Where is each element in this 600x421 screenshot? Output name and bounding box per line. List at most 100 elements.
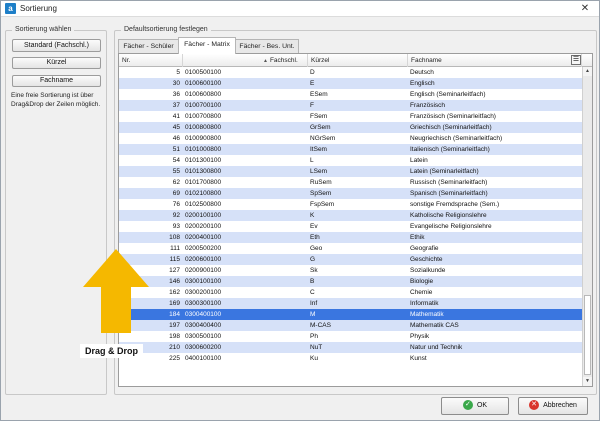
cell-fachname: Französisch — [410, 102, 446, 109]
column-header-fachschl[interactable]: ▲ Fachschl. — [183, 54, 308, 67]
subjects-table: Nr. ▲ Fachschl. Kürzel Fachname ☰ 5 010050… — [118, 53, 593, 387]
cancel-label: Abbrechen — [543, 402, 577, 409]
table-row[interactable]: 41 0100700800 FSem Französisch (Seminarleit… — [119, 111, 582, 122]
cell-fachschl: 0102100800 — [185, 190, 222, 197]
title-bar: a Sortierung ✕ — [1, 1, 599, 17]
scroll-down-icon[interactable]: ▼ — [583, 377, 592, 386]
cell-fachname: Sozialkunde — [410, 267, 446, 274]
column-header-label: Nr. — [122, 57, 131, 64]
cell-kuerzel: E — [310, 80, 315, 87]
table-row[interactable]: 76 0102500800 FspSem sonstige Fremdsprache … — [119, 199, 582, 210]
vertical-scrollbar[interactable]: ▲ ▼ — [582, 67, 592, 386]
tab-faecher-bes-unt[interactable]: Fächer - Bes. Unt. — [235, 39, 299, 53]
table-row[interactable]: 93 0200200100 Ev Evangelische Religionslehr… — [119, 221, 582, 232]
column-config-icon[interactable]: ☰ — [571, 55, 581, 65]
cell-kuerzel: C — [310, 289, 315, 296]
cell-fachschl: 0101700800 — [185, 179, 222, 186]
cell-kuerzel: NuT — [310, 344, 323, 351]
table-row[interactable]: 169 0300300100 Inf Informatik — [119, 298, 582, 309]
column-header-nr[interactable]: Nr. — [119, 54, 183, 67]
cell-fachschl: 0100900800 — [185, 135, 222, 142]
cell-nr: 51 — [172, 146, 180, 153]
cell-fachschl: 0101300100 — [185, 157, 222, 164]
cell-fachschl: 0200600100 — [185, 256, 222, 263]
cell-kuerzel: RuSem — [310, 179, 332, 186]
app-icon: a — [5, 3, 16, 14]
sort-fachname-button[interactable]: Fachname — [12, 75, 101, 87]
table-row[interactable]: 62 0101700800 RuSem Russisch (Seminarleitfa… — [119, 177, 582, 188]
cell-kuerzel: GrSem — [310, 124, 331, 131]
cell-kuerzel: Ku — [310, 355, 318, 362]
cell-kuerzel: Sk — [310, 267, 318, 274]
cancel-icon: ✕ — [529, 400, 540, 411]
sort-choice-group: Sortierung wählen Standard (Fachschl.) K… — [5, 26, 107, 395]
column-header-fachname[interactable]: Fachname — [408, 54, 582, 67]
table-row[interactable]: 54 0101300100 L Latein — [119, 155, 582, 166]
cancel-button[interactable]: ✕ Abbrechen — [518, 397, 588, 415]
table-row[interactable]: 92 0200100100 K Katholische Religionslehre — [119, 210, 582, 221]
table-row[interactable]: 210 0300600200 NuT Natur und Technik — [119, 342, 582, 353]
cell-fachschl: 0300300100 — [185, 300, 222, 307]
column-header-kuerzel[interactable]: Kürzel — [308, 54, 408, 67]
table-row[interactable]: 111 0200500200 Geo Geografie — [119, 243, 582, 254]
cell-kuerzel: FspSem — [310, 201, 335, 208]
cell-fachname: Geografie — [410, 245, 439, 252]
cell-nr: 69 — [172, 190, 180, 197]
cell-nr: 37 — [172, 102, 180, 109]
table-row[interactable]: 45 0100800800 GrSem Griechisch (Seminarleit… — [119, 122, 582, 133]
table-header: Nr. ▲ Fachschl. Kürzel Fachname ☰ — [119, 54, 592, 67]
cell-kuerzel: NGrSem — [310, 135, 336, 142]
cell-fachname: Chemie — [410, 289, 433, 296]
cell-fachname: sonstige Fremdsprache (Sem.) — [410, 201, 500, 208]
cell-kuerzel: Ph — [310, 333, 318, 340]
cell-nr: 92 — [172, 212, 180, 219]
table-row[interactable]: 115 0200600100 G Geschichte — [119, 254, 582, 265]
cell-fachschl: 0100600100 — [185, 80, 222, 87]
table-row[interactable]: 69 0102100800 SpSem Spanisch (Seminarleitfa… — [119, 188, 582, 199]
cell-nr: 5 — [176, 69, 180, 76]
column-header-label: Fachschl. — [269, 57, 298, 64]
table-row[interactable]: 162 0300200100 C Chemie — [119, 287, 582, 298]
table-row[interactable]: 225 0400100100 Ku Kunst — [119, 353, 582, 364]
tab-faecher-schueler[interactable]: Fächer - Schüler — [118, 39, 179, 53]
scroll-up-icon[interactable]: ▲ — [583, 67, 592, 76]
cell-nr: 41 — [172, 113, 180, 120]
table-row[interactable]: 46 0100900800 NGrSem Neugriechisch (Seminar… — [119, 133, 582, 144]
cell-fachschl: 0300100100 — [185, 278, 222, 285]
cell-kuerzel: F — [310, 102, 314, 109]
cell-fachschl: 0200100100 — [185, 212, 222, 219]
cell-fachschl: 0300600200 — [185, 344, 222, 351]
cell-fachname: Griechisch (Seminarleitfach) — [410, 124, 492, 131]
cell-kuerzel: Ev — [310, 223, 318, 230]
table-row[interactable]: 198 0300500100 Ph Physik — [119, 331, 582, 342]
table-row[interactable]: 36 0100600800 ESem Englisch (Seminarleitfac… — [119, 89, 582, 100]
table-row[interactable]: 197 0300400400 M-CAS Mathematik CAS — [119, 320, 582, 331]
ok-button[interactable]: ✓ OK — [441, 397, 509, 415]
table-row[interactable]: 127 0200900100 Sk Sozialkunde — [119, 265, 582, 276]
tab-faecher-matrix[interactable]: Fächer - Matrix — [178, 37, 236, 54]
table-row[interactable]: 37 0100700100 F Französisch — [119, 100, 582, 111]
cell-fachschl: 0200900100 — [185, 267, 222, 274]
table-row[interactable]: 184 0300400100 M Mathematik — [119, 309, 582, 320]
scrollbar-thumb[interactable] — [584, 295, 591, 375]
cell-kuerzel: FSem — [310, 113, 328, 120]
table-row[interactable]: 30 0100600100 E Englisch — [119, 78, 582, 89]
cell-fachschl: 0300400400 — [185, 322, 222, 329]
table-row[interactable]: 51 0101000800 ItSem Italienisch (Seminarlei… — [119, 144, 582, 155]
cell-fachname: Neugriechisch (Seminarleitfach) — [410, 135, 503, 142]
sort-kuerzel-button[interactable]: Kürzel — [12, 57, 101, 69]
table-row[interactable]: 55 0101300800 LSem Latein (Seminarleitfach) — [119, 166, 582, 177]
table-row[interactable]: 146 0300100100 B Biologie — [119, 276, 582, 287]
sort-standard-button[interactable]: Standard (Fachschl.) — [12, 39, 101, 52]
cell-fachschl: 0100800800 — [185, 124, 222, 131]
column-header-label: Fachname — [411, 57, 442, 64]
cell-kuerzel: L — [310, 157, 314, 164]
cell-fachschl: 0200500200 — [185, 245, 222, 252]
table-row[interactable]: 5 0100500100 D Deutsch — [119, 67, 582, 78]
close-button[interactable]: ✕ — [577, 3, 593, 15]
cell-fachschl: 0100700100 — [185, 102, 222, 109]
cell-kuerzel: G — [310, 256, 316, 263]
cell-nr: 108 — [169, 234, 180, 241]
cell-kuerzel: D — [310, 69, 315, 76]
table-row[interactable]: 108 0200400100 Eth Ethik — [119, 232, 582, 243]
